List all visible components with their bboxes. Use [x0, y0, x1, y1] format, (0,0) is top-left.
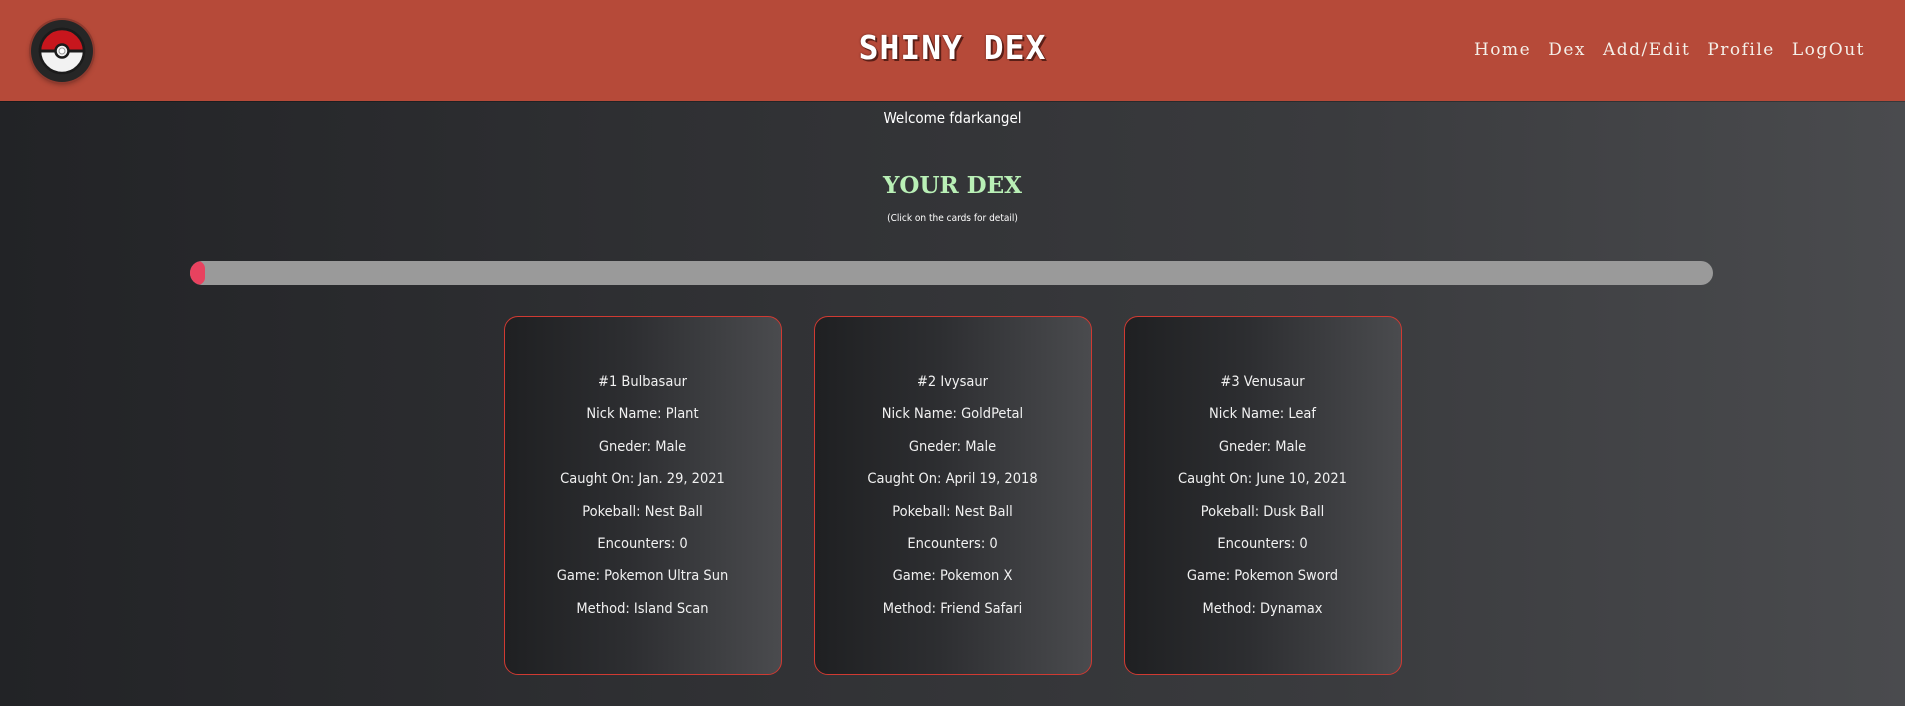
- card-game: Game: Pokemon Sword: [1186, 568, 1339, 585]
- nav-logout-link[interactable]: LogOut: [1792, 40, 1865, 60]
- pokemon-card-list: #1 Bulbasaur Nick Name: Plant Gneder: Ma…: [0, 316, 1905, 675]
- card-encounters: Encounters: 0: [597, 535, 688, 552]
- card-gender: Gneder: Male: [908, 438, 997, 455]
- card-gender: Gneder: Male: [598, 438, 687, 455]
- card-title: #1 Bulbasaur: [598, 373, 687, 390]
- card-pokeball: Pokeball: Nest Ball: [582, 503, 703, 520]
- card-caught-date: Caught On: June 10, 2021: [1178, 471, 1347, 488]
- page-title: YOUR DEX: [883, 172, 1022, 199]
- card-method: Method: Island Scan: [576, 600, 709, 617]
- card-encounters: Encounters: 0: [1217, 535, 1308, 552]
- card-nickname: Nick Name: GoldPetal: [881, 406, 1024, 423]
- card-encounters: Encounters: 0: [907, 535, 998, 552]
- card-title: #2 Ivysaur: [916, 373, 989, 390]
- pokemon-card-bulbasaur[interactable]: #1 Bulbasaur Nick Name: Plant Gneder: Ma…: [503, 316, 782, 675]
- dex-progress-fill: [190, 261, 206, 285]
- card-pokeball: Pokeball: Dusk Ball: [1200, 503, 1325, 520]
- card-game: Game: Pokemon X: [892, 568, 1013, 585]
- card-method: Method: Dynamax: [1202, 600, 1323, 617]
- card-pokeball: Pokeball: Nest Ball: [892, 503, 1013, 520]
- top-navbar: SHINY DEX Home Dex Add/Edit Profile LogO…: [0, 0, 1905, 101]
- card-title: #3 Venusaur: [1220, 373, 1305, 390]
- nav-profile-link[interactable]: Profile: [1707, 40, 1775, 60]
- card-nickname: Nick Name: Plant: [586, 406, 699, 423]
- welcome-message: Welcome fdarkangel: [883, 109, 1022, 127]
- card-gender: Gneder: Male: [1218, 438, 1307, 455]
- nav-dex-link[interactable]: Dex: [1548, 40, 1586, 60]
- card-caught-date: Caught On: April 19, 2018: [867, 471, 1038, 488]
- main-nav: Home Dex Add/Edit Profile LogOut: [1474, 40, 1865, 60]
- card-method: Method: Friend Safari: [882, 600, 1023, 617]
- nav-add-edit-link[interactable]: Add/Edit: [1603, 40, 1690, 60]
- card-game: Game: Pokemon Ultra Sun: [556, 568, 729, 585]
- page-subtitle: (Click on the cards for detail): [887, 213, 1018, 224]
- card-nickname: Nick Name: Leaf: [1209, 406, 1316, 423]
- nav-home-link[interactable]: Home: [1474, 40, 1531, 60]
- dex-progress-bar: [190, 261, 1713, 285]
- card-caught-date: Caught On: Jan. 29, 2021: [560, 471, 725, 488]
- pokemon-card-ivysaur[interactable]: #2 Ivysaur Nick Name: GoldPetal Gneder: …: [813, 316, 1092, 675]
- pokemon-card-venusaur[interactable]: #3 Venusaur Nick Name: Leaf Gneder: Male…: [1123, 316, 1402, 675]
